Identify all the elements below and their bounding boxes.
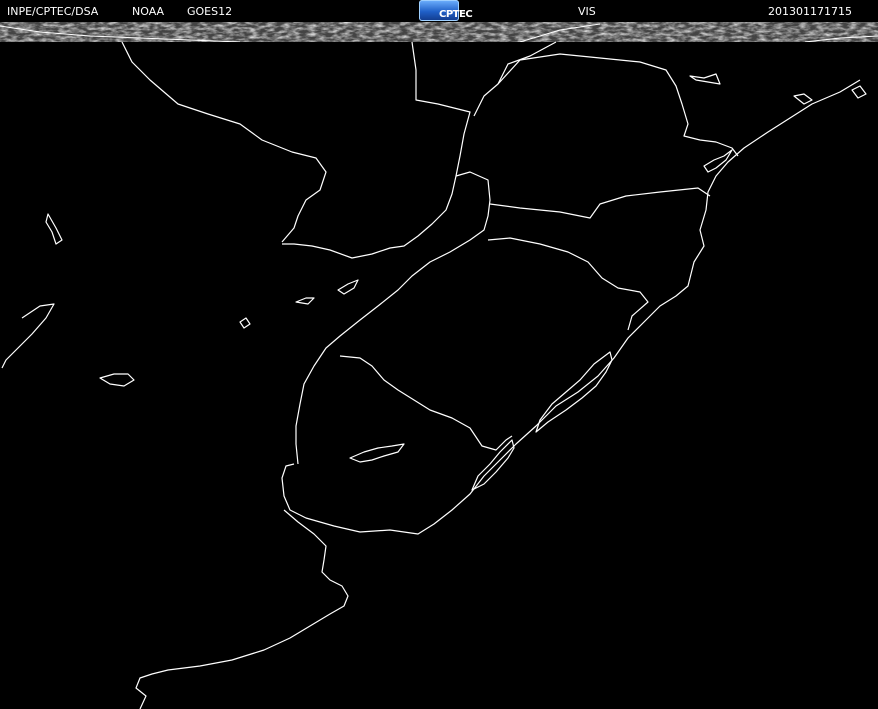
border-misiones xyxy=(295,171,491,465)
border-uruguay xyxy=(339,355,513,451)
border-paraguay-east xyxy=(282,41,471,259)
lake-central-1 xyxy=(337,279,359,295)
lake-west-1 xyxy=(45,213,63,245)
islands-northeast xyxy=(689,73,721,85)
border-brazil-ms xyxy=(473,41,557,117)
islands-northeast-3 xyxy=(851,85,867,99)
lake-west-3 xyxy=(99,373,135,387)
border-paraguay-north xyxy=(121,41,327,243)
coastline-rio-de-la-plata xyxy=(135,509,349,709)
coastal-islands-sc xyxy=(703,149,733,173)
border-rgs-north xyxy=(487,237,649,331)
lake-west-2 xyxy=(1,303,55,369)
islands-northeast-2 xyxy=(793,93,813,105)
border-parana xyxy=(497,53,739,157)
lake-central-3 xyxy=(239,317,251,329)
lake-central-2 xyxy=(295,297,315,305)
border-santa-catarina-north xyxy=(489,187,711,219)
coastline-atlantic xyxy=(281,79,861,535)
lagoa-dos-patos xyxy=(535,351,613,433)
map-overlay xyxy=(1,41,867,709)
reservoir-uruguay xyxy=(349,443,405,463)
